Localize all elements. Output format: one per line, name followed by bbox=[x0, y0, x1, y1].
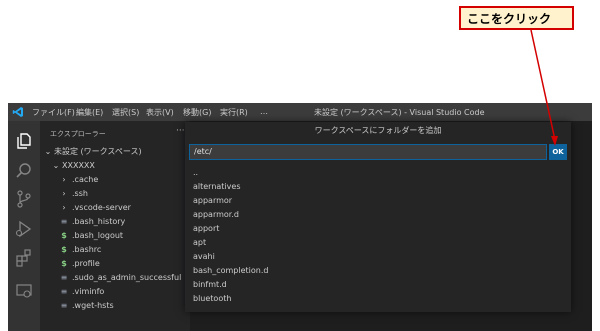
ok-button[interactable]: OK bbox=[549, 144, 567, 160]
directory-item[interactable]: apt bbox=[193, 236, 206, 250]
callout-label: ここをクリック bbox=[459, 6, 574, 30]
shell-file-icon: $ bbox=[61, 231, 67, 240]
sidebar-item-label: .profile bbox=[72, 259, 100, 268]
menu-go[interactable]: 移動(G) bbox=[183, 107, 211, 118]
sidebar-item-label: .ssh bbox=[72, 189, 88, 198]
directory-item[interactable]: apparmor bbox=[193, 194, 232, 208]
directory-item[interactable]: apport bbox=[193, 222, 219, 236]
add-folder-dialog: ワークスペースにフォルダーを追加 /etc/ OK .. alternatives… bbox=[185, 122, 571, 312]
title-bar: ファイル(F) 編集(E) 選択(S) 表示(V) 移動(G) 実行(R) … … bbox=[8, 103, 592, 121]
sidebar-item[interactable]: ≡ .sudo_as_admin_successful bbox=[40, 271, 190, 285]
extensions-icon[interactable] bbox=[14, 248, 34, 268]
workspace-label: 未設定 (ワークスペース) bbox=[54, 147, 142, 156]
directory-item[interactable]: bluetooth bbox=[193, 292, 231, 306]
sidebar-item-label: .cache bbox=[72, 175, 99, 184]
sidebar-item-label: .bashrc bbox=[72, 245, 102, 254]
shell-file-icon: $ bbox=[61, 245, 67, 254]
folder-label: XXXXXX bbox=[62, 161, 95, 170]
menu-selection[interactable]: 選択(S) bbox=[112, 107, 139, 118]
run-debug-icon[interactable] bbox=[14, 219, 34, 239]
sidebar-item-label: .bash_history bbox=[72, 217, 126, 226]
sidebar-item-label: .vscode-server bbox=[72, 203, 131, 212]
explorer-more-button[interactable]: ··· bbox=[176, 126, 185, 136]
text-file-icon: ≡ bbox=[60, 301, 68, 310]
sidebar-item-label: .bash_logout bbox=[72, 231, 124, 240]
sidebar-item[interactable]: $ .profile bbox=[40, 257, 190, 271]
search-icon[interactable] bbox=[14, 161, 34, 181]
sidebar-item-label: .viminfo bbox=[72, 287, 105, 296]
text-file-icon: ≡ bbox=[60, 287, 68, 296]
directory-item[interactable]: bash_completion.d bbox=[193, 264, 268, 278]
window-title: 未設定 (ワークスペース) - Visual Studio Code bbox=[314, 108, 485, 117]
directory-item[interactable]: binfmt.d bbox=[193, 278, 227, 292]
explorer-sidebar: エクスプローラー ··· ⌄ 未設定 (ワークスペース) ⌄ XXXXXX › .ca… bbox=[40, 121, 190, 331]
chevron-right-icon: › bbox=[62, 175, 66, 184]
directory-item[interactable]: avahi bbox=[193, 250, 215, 264]
chevron-right-icon: › bbox=[62, 203, 66, 212]
sidebar-item[interactable]: › .vscode-server bbox=[40, 201, 190, 215]
menu-more[interactable]: … bbox=[260, 107, 268, 116]
chevron-down-icon: ⌄ bbox=[44, 147, 52, 156]
directory-item[interactable]: apparmor.d bbox=[193, 208, 239, 222]
menu-file[interactable]: ファイル(F) bbox=[32, 107, 75, 118]
dialog-title: ワークスペースにフォルダーを追加 bbox=[314, 126, 442, 135]
explorer-icon[interactable] bbox=[14, 131, 34, 151]
folder-path-input[interactable]: /etc/ bbox=[189, 144, 547, 160]
remote-explorer-icon[interactable] bbox=[14, 281, 34, 301]
sidebar-item[interactable]: ≡ .bash_history bbox=[40, 215, 190, 229]
directory-item[interactable]: alternatives bbox=[193, 180, 241, 194]
sidebar-item[interactable]: › .cache bbox=[40, 173, 190, 187]
sidebar-item[interactable]: ≡ .wget-hsts bbox=[40, 299, 190, 313]
sidebar-item-label: .sudo_as_admin_successful bbox=[72, 273, 182, 282]
sidebar-item-label: .wget-hsts bbox=[72, 301, 114, 310]
menu-run[interactable]: 実行(R) bbox=[220, 107, 248, 118]
chevron-down-icon: ⌄ bbox=[52, 161, 60, 170]
menu-edit[interactable]: 編集(E) bbox=[76, 107, 103, 118]
chevron-right-icon: › bbox=[62, 189, 66, 198]
folder-row[interactable]: ⌄ XXXXXX bbox=[40, 159, 190, 173]
text-file-icon: ≡ bbox=[60, 217, 68, 226]
explorer-title: エクスプローラー bbox=[50, 130, 106, 138]
vscode-logo-icon bbox=[12, 107, 23, 117]
text-file-icon: ≡ bbox=[60, 273, 68, 282]
sidebar-item[interactable]: › .ssh bbox=[40, 187, 190, 201]
sidebar-item[interactable]: ≡ .viminfo bbox=[40, 285, 190, 299]
sidebar-item[interactable]: $ .bashrc bbox=[40, 243, 190, 257]
sidebar-item[interactable]: $ .bash_logout bbox=[40, 229, 190, 243]
activity-bar bbox=[8, 121, 40, 331]
source-control-icon[interactable] bbox=[14, 189, 34, 209]
workspace-row[interactable]: ⌄ 未設定 (ワークスペース) bbox=[40, 145, 190, 159]
shell-file-icon: $ bbox=[61, 259, 67, 268]
menu-view[interactable]: 表示(V) bbox=[146, 107, 174, 118]
directory-item[interactable]: .. bbox=[193, 166, 198, 180]
